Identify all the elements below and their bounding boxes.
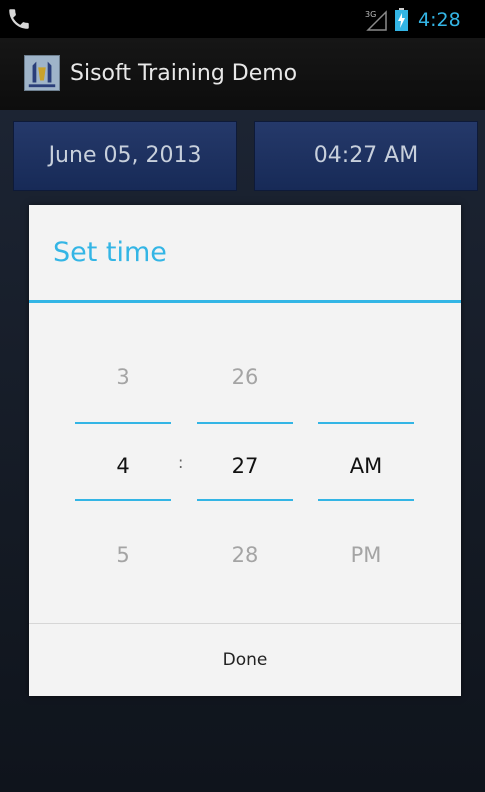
ampm-divider-top: [318, 422, 414, 424]
phone-icon: [9, 9, 29, 29]
minute-next[interactable]: 28: [197, 540, 293, 570]
time-button[interactable]: 04:27 AM: [254, 121, 478, 191]
svg-text:3G: 3G: [365, 10, 376, 19]
minute-divider-bottom: [197, 499, 293, 501]
ampm-next[interactable]: PM: [318, 540, 414, 570]
signal-icon: 3G: [365, 10, 387, 31]
date-button[interactable]: June 05, 2013: [13, 121, 237, 191]
hour-current[interactable]: 4: [75, 451, 171, 481]
hour-divider-top: [75, 422, 171, 424]
hour-next[interactable]: 5: [75, 540, 171, 570]
minute-current[interactable]: 27: [197, 451, 293, 481]
time-separator: :: [178, 453, 184, 472]
done-button[interactable]: Done: [29, 624, 461, 696]
ampm-divider-bottom: [318, 499, 414, 501]
status-bar: 3G 4:28: [0, 0, 485, 38]
hour-divider-bottom: [75, 499, 171, 501]
action-bar: Sisoft Training Demo: [0, 38, 485, 110]
time-picker-dialog: Set time 3 4 5 : 26 27 28 AM PM Done: [29, 205, 461, 696]
app-logo-icon: [24, 55, 60, 91]
battery-charging-icon: [395, 8, 408, 31]
minute-prev[interactable]: 26: [197, 362, 293, 392]
status-clock: 4:28: [418, 9, 461, 31]
minute-divider-top: [197, 422, 293, 424]
app-title: Sisoft Training Demo: [70, 61, 298, 86]
ampm-current[interactable]: AM: [318, 451, 414, 481]
hour-prev[interactable]: 3: [75, 362, 171, 392]
dialog-title: Set time: [53, 237, 167, 268]
title-divider: [29, 300, 461, 303]
